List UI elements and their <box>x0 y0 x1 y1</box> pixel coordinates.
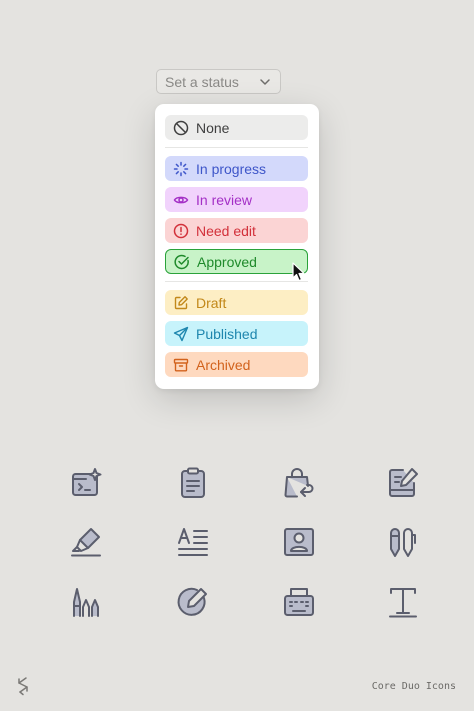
menu-divider <box>165 147 308 148</box>
eye-icon <box>173 192 189 208</box>
loader-icon <box>173 161 189 177</box>
pens-icon <box>386 525 420 559</box>
contact-card-icon <box>282 525 316 559</box>
core-logo-icon <box>14 676 32 696</box>
status-option-approved[interactable]: Approved <box>165 249 308 274</box>
status-option-label: Draft <box>196 294 227 311</box>
status-select-placeholder: Set a status <box>165 73 239 90</box>
clipboard-icon <box>176 466 210 500</box>
check-circle-icon <box>174 254 190 270</box>
status-option-label: None <box>196 119 230 136</box>
status-option-label: Published <box>196 325 258 342</box>
mouse-cursor-icon <box>292 262 305 282</box>
highlighter-icon <box>69 525 103 559</box>
menu-divider <box>165 281 308 282</box>
send-icon <box>173 326 189 342</box>
text-type-icon <box>386 585 420 619</box>
chevron-down-icon <box>258 75 272 89</box>
status-option-in-review[interactable]: In review <box>165 187 308 212</box>
status-option-published[interactable]: Published <box>165 321 308 346</box>
footer-brand-text: Core Duo Icons <box>371 681 456 692</box>
status-option-label: In review <box>196 191 253 208</box>
edit-circle-icon <box>176 585 210 619</box>
bag-return-icon <box>282 466 316 500</box>
status-option-label: In progress <box>196 160 267 177</box>
markers-icon <box>69 585 103 619</box>
ai-terminal-icon <box>69 466 103 500</box>
status-option-none[interactable]: None <box>165 115 308 140</box>
ban-icon <box>173 120 189 136</box>
status-option-archived[interactable]: Archived <box>165 352 308 377</box>
alert-circle-icon <box>173 223 189 239</box>
archive-box-icon <box>173 357 189 373</box>
typewriter-icon <box>282 585 316 619</box>
status-option-label: Archived <box>196 356 251 373</box>
status-menu: None In progress In review Need edit App… <box>155 104 319 389</box>
status-option-label: Approved <box>197 253 257 270</box>
status-option-label: Need edit <box>196 222 256 239</box>
status-option-in-progress[interactable]: In progress <box>165 156 308 181</box>
note-edit-icon <box>386 466 420 500</box>
status-select[interactable]: Set a status <box>156 69 281 94</box>
status-option-need-edit[interactable]: Need edit <box>165 218 308 243</box>
text-align-icon <box>176 525 210 559</box>
status-option-draft[interactable]: Draft <box>165 290 308 315</box>
edit-note-icon <box>173 295 189 311</box>
